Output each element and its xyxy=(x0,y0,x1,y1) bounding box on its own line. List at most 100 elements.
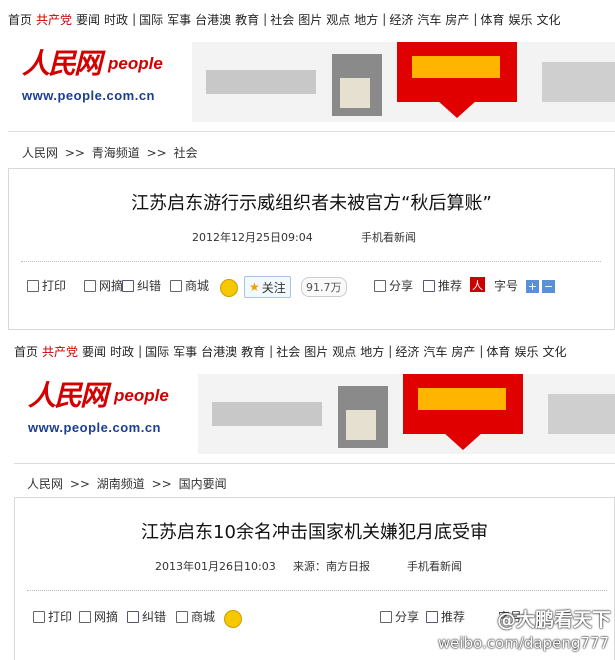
font-decrease-button[interactable]: − xyxy=(542,280,555,293)
nav-separator: | xyxy=(382,12,387,26)
recommend-button[interactable]: 推荐 xyxy=(423,277,462,294)
envelope-icon xyxy=(127,610,139,623)
shop-icon xyxy=(176,610,188,623)
people-daily-logo[interactable]: 人民网 people www.people.com.cn xyxy=(28,374,193,444)
nav-item[interactable]: 地方 xyxy=(354,11,378,28)
nav-item[interactable]: 社会 xyxy=(270,11,294,28)
recommend-label: 推荐 xyxy=(441,610,466,624)
nav-item[interactable]: 国际 xyxy=(145,343,169,360)
breadcrumb-sep: >> xyxy=(64,146,85,160)
digest-button[interactable]: 网摘 xyxy=(79,608,118,625)
article-source: 来源：南方日报 xyxy=(293,560,370,573)
share-label: 分享 xyxy=(389,279,414,293)
share-button[interactable]: 分享 xyxy=(374,277,413,294)
report-error-label: 纠错 xyxy=(137,279,162,293)
nav-item[interactable]: 共产党 xyxy=(42,343,78,360)
nav-item[interactable]: 教育 xyxy=(235,11,259,28)
print-button[interactable]: 打印 xyxy=(27,277,66,294)
digest-button[interactable]: 网摘 xyxy=(84,277,123,294)
nav-item[interactable]: 房产 xyxy=(445,11,469,28)
people-daily-logo[interactable]: 人民网 people www.people.com.cn xyxy=(22,42,187,112)
nav-item[interactable]: 社会 xyxy=(276,343,300,360)
logo-url: www.people.com.cn xyxy=(22,88,155,103)
weibo-watermark-url: weibo.com/dapeng777 xyxy=(437,634,609,652)
weibo-smiley-icon[interactable] xyxy=(224,610,242,628)
nav-item[interactable]: 文化 xyxy=(536,11,560,28)
mobile-news-link[interactable]: 手机看新闻 xyxy=(361,229,416,245)
screenshot-article-2: 首页 共产党 要闻 时政 | 国际 军事 台港澳 教育 | 社会 图片 观点 地方 | 经济 汽车 房产 | 体育 娱乐… xyxy=(0,332,615,660)
font-increase-button[interactable]: + xyxy=(526,280,539,293)
nav-item[interactable]: 国际 xyxy=(139,11,163,28)
screenshot-article-1: 首页 共产党 要闻 时政 | 国际 军事 台港澳 教育 | 社会 图片 观点 地方 | 经济 汽车 房产 | 体育 娱乐… xyxy=(0,0,615,332)
share-button[interactable]: 分享 xyxy=(380,608,419,625)
nav-item[interactable]: 台港澳 xyxy=(195,11,231,28)
nav-item[interactable]: 娱乐 xyxy=(508,11,532,28)
shop-button[interactable]: 商城 xyxy=(176,608,215,625)
nav-item[interactable]: 体育 xyxy=(486,343,510,360)
nav-item[interactable]: 首页 xyxy=(8,11,32,28)
breadcrumb: 人民网 >> 湖南频道 >> 国内要闻 xyxy=(27,475,230,492)
shop-button[interactable]: 商城 xyxy=(170,277,209,294)
breadcrumb-channel[interactable]: 青海频道 xyxy=(92,146,140,160)
follow-button[interactable]: ★ 关注 xyxy=(244,276,291,298)
breadcrumb-section[interactable]: 国内要闻 xyxy=(179,477,227,491)
nav-separator: | xyxy=(473,12,478,26)
weibo-watermark-name: @大鹏看天下 xyxy=(496,609,611,631)
nav-item[interactable]: 首页 xyxy=(14,343,38,360)
breadcrumb-channel[interactable]: 湖南频道 xyxy=(97,477,145,491)
envelope-icon xyxy=(426,610,438,623)
nav-item[interactable]: 教育 xyxy=(241,343,265,360)
nav-item[interactable]: 台港澳 xyxy=(201,343,237,360)
nav-item[interactable]: 观点 xyxy=(332,343,356,360)
star-icon: ★ xyxy=(249,280,260,294)
nav-item[interactable]: 体育 xyxy=(480,11,504,28)
logo-url: www.people.com.cn xyxy=(28,420,161,435)
pixelated-banner-ad[interactable] xyxy=(198,374,615,454)
report-error-button[interactable]: 纠错 xyxy=(122,277,161,294)
article-title: 江苏启东游行示威组织者未被官方“秋后算账” xyxy=(131,193,492,214)
people-logo-icon[interactable]: 人 xyxy=(470,277,485,292)
nav-separator: | xyxy=(132,12,137,26)
nav-item[interactable]: 军事 xyxy=(173,343,197,360)
publish-date: 2012年12月25日09:04 xyxy=(192,231,313,244)
logo-english: people xyxy=(114,386,169,405)
nav-item[interactable]: 经济 xyxy=(395,343,419,360)
pixelated-banner-ad[interactable] xyxy=(192,42,615,122)
weibo-smiley-icon[interactable] xyxy=(220,279,238,297)
nav-separator: | xyxy=(269,344,274,358)
report-error-button[interactable]: 纠错 xyxy=(127,608,166,625)
recommend-button[interactable]: 推荐 xyxy=(426,608,465,625)
nav-item[interactable]: 图片 xyxy=(304,343,328,360)
mobile-news-link[interactable]: 手机看新闻 xyxy=(407,558,462,574)
nav-item[interactable]: 汽车 xyxy=(423,343,447,360)
top-nav: 首页 共产党 要闻 时政 | 国际 军事 台港澳 教育 | 社会 图片 观点 地方 | 经济 汽车 房产 | 体育 娱乐… xyxy=(14,340,570,362)
nav-item[interactable]: 经济 xyxy=(389,11,413,28)
print-label: 打印 xyxy=(42,279,67,293)
breadcrumb-home[interactable]: 人民网 xyxy=(22,146,58,160)
report-error-label: 纠错 xyxy=(142,610,167,624)
nav-item[interactable]: 地方 xyxy=(360,343,384,360)
nav-item[interactable]: 军事 xyxy=(167,11,191,28)
nav-item[interactable]: 娱乐 xyxy=(514,343,538,360)
print-button[interactable]: 打印 xyxy=(33,608,72,625)
divider xyxy=(8,131,615,132)
nav-item[interactable]: 时政 xyxy=(110,343,134,360)
article-title: 江苏启东10余名冲击国家机关嫌犯月底受审 xyxy=(141,522,488,543)
shop-label: 商城 xyxy=(191,610,216,624)
nav-item[interactable]: 要闻 xyxy=(76,11,100,28)
breadcrumb-sep: >> xyxy=(69,477,90,491)
nav-item[interactable]: 共产党 xyxy=(36,11,72,28)
nav-item[interactable]: 观点 xyxy=(326,11,350,28)
nav-item[interactable]: 图片 xyxy=(298,11,322,28)
nav-item[interactable]: 时政 xyxy=(104,11,128,28)
nav-item[interactable]: 房产 xyxy=(451,343,475,360)
nav-item[interactable]: 文化 xyxy=(542,343,566,360)
dotted-divider xyxy=(27,590,607,591)
nav-item[interactable]: 汽车 xyxy=(417,11,441,28)
follow-label: 关注 xyxy=(261,280,286,295)
breadcrumb-section[interactable]: 社会 xyxy=(174,146,198,160)
nav-item[interactable]: 要闻 xyxy=(82,343,106,360)
breadcrumb-home[interactable]: 人民网 xyxy=(27,477,63,491)
shop-icon xyxy=(170,279,182,292)
share-label: 分享 xyxy=(395,610,420,624)
